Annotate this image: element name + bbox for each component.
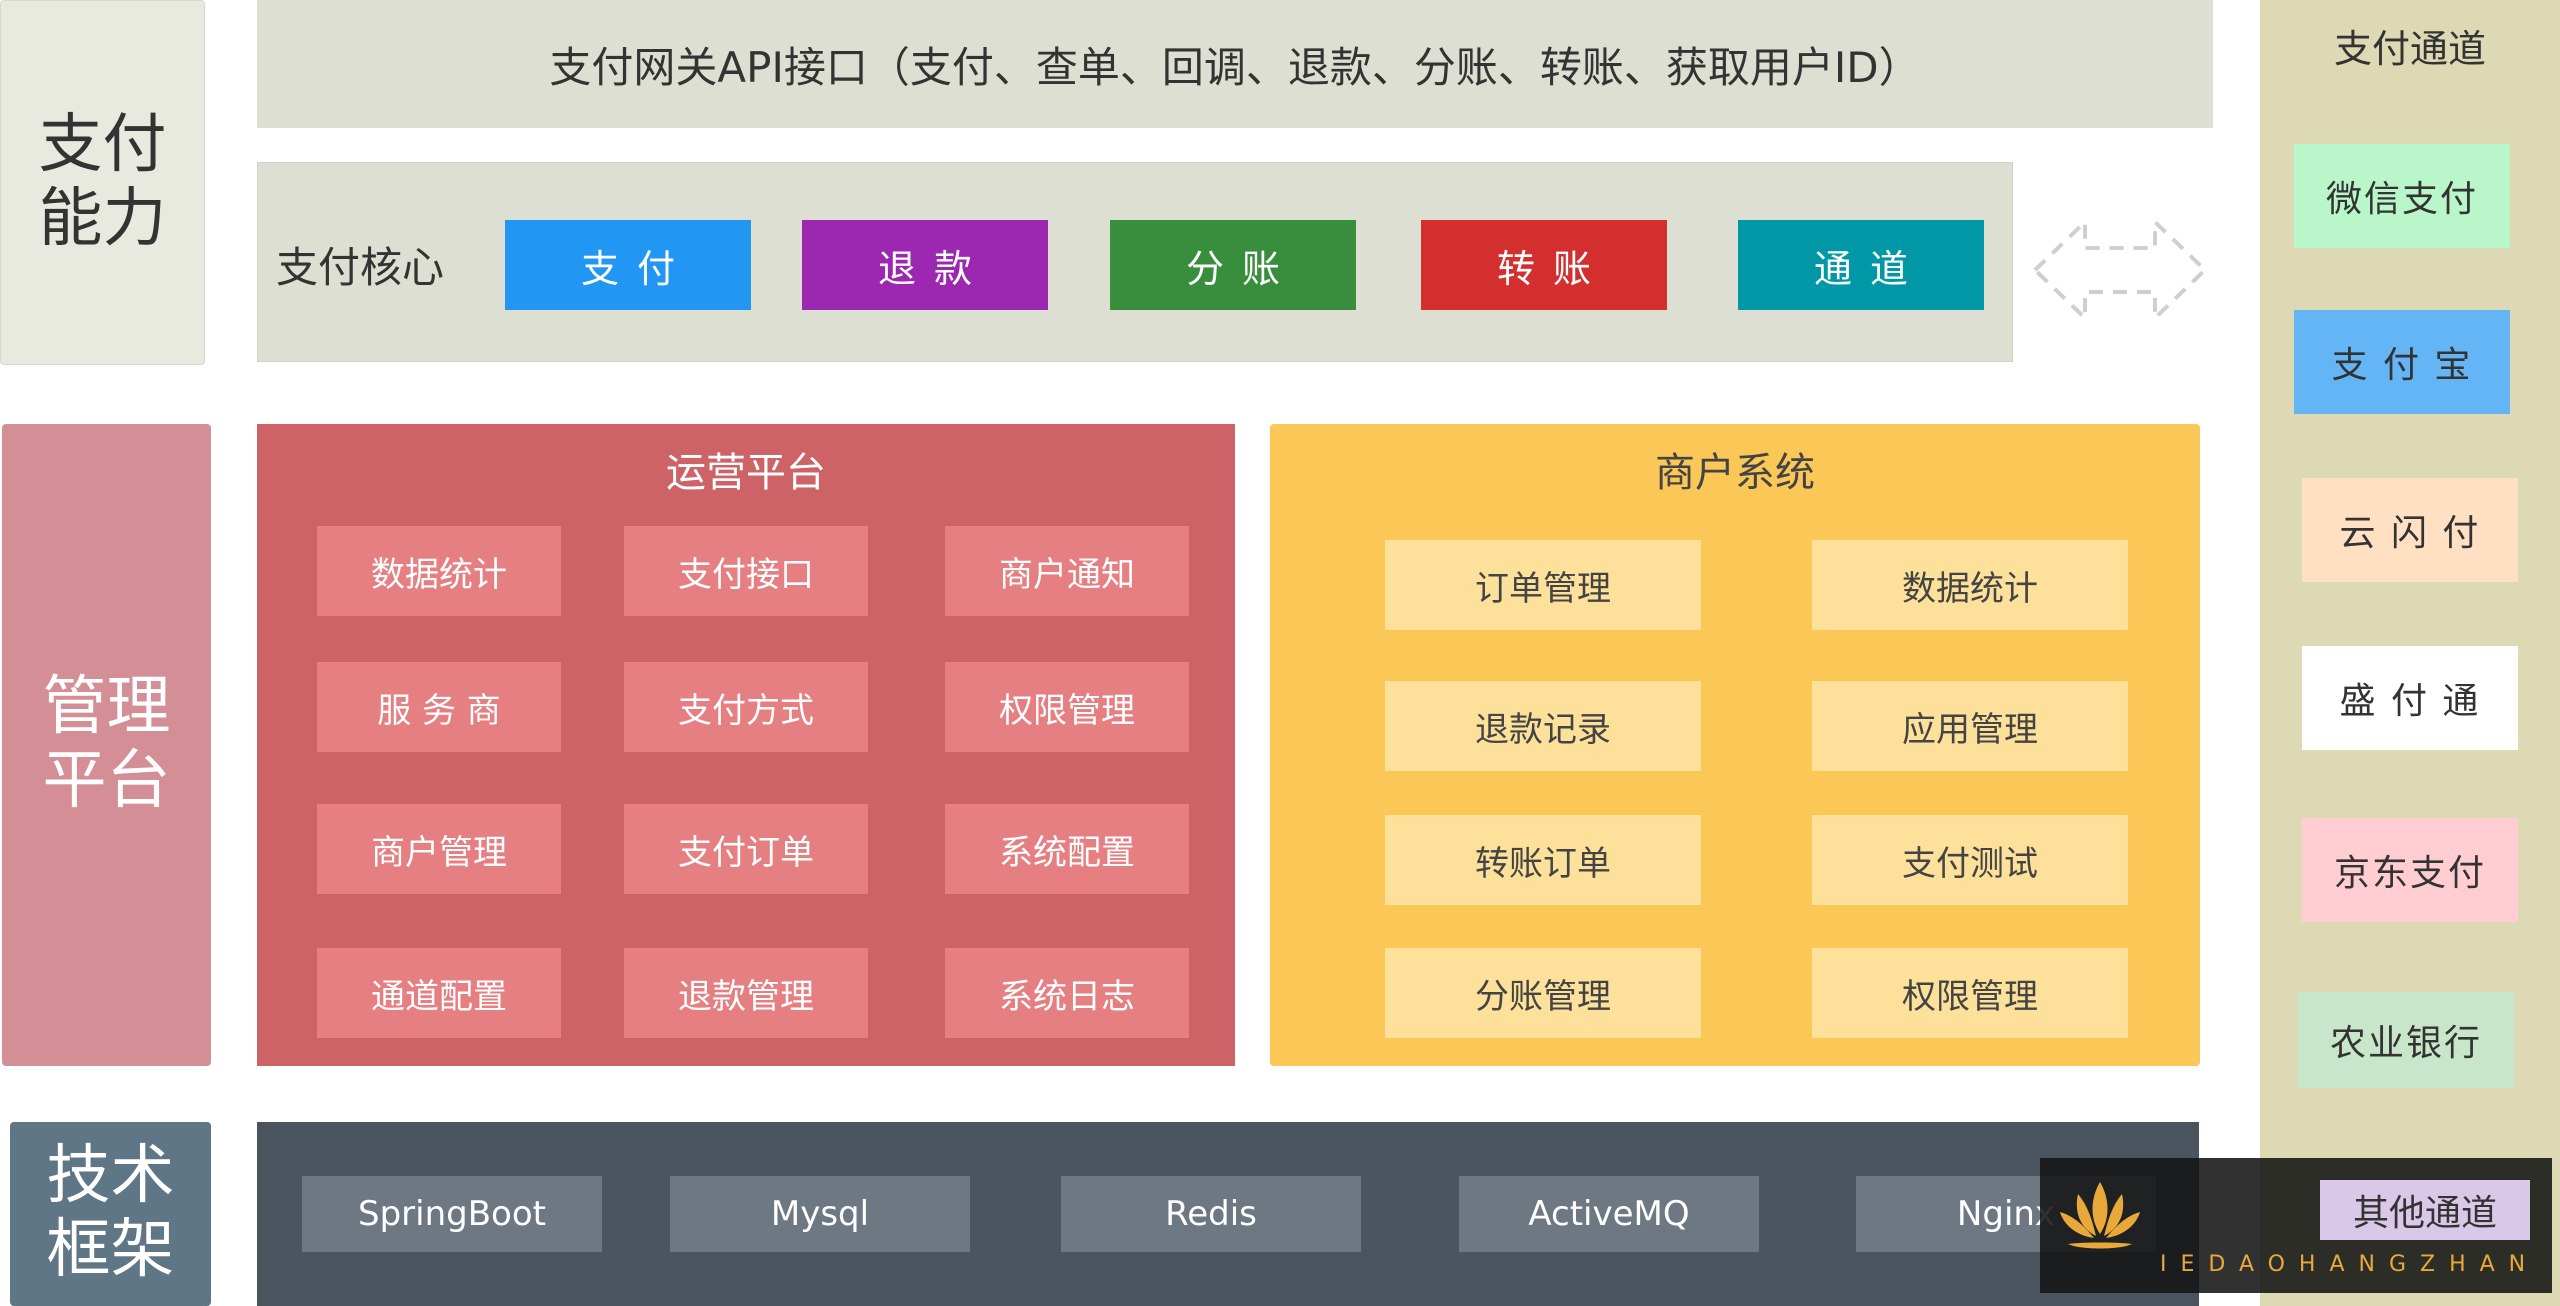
core-block-channel: 通道 <box>1738 220 1984 310</box>
tech-item-activemq: ActiveMQ <box>1459 1176 1759 1252</box>
core-block-refund: 退款 <box>802 220 1048 310</box>
ops-item: 系统配置 <box>945 804 1189 894</box>
ops-item: 商户通知 <box>945 526 1189 616</box>
ops-item: 服 务 商 <box>317 662 561 752</box>
watermark-text: IEDAOHANGZHAN <box>2160 1252 2540 1277</box>
channel-abc-bank: 农业银行 <box>2298 992 2514 1088</box>
ops-item: 商户管理 <box>317 804 561 894</box>
ops-item: 退款管理 <box>624 948 868 1038</box>
merchant-item: 退款记录 <box>1385 681 1701 771</box>
tech-item-mysql: Mysql <box>670 1176 970 1252</box>
core-block-transfer: 转账 <box>1421 220 1667 310</box>
channel-jd-pay: 京东支付 <box>2302 818 2518 922</box>
payment-channels-title: 支付通道 <box>2333 27 2486 71</box>
merchant-item: 订单管理 <box>1385 540 1701 630</box>
label-tech-framework: 技术 框架 <box>10 1122 211 1306</box>
ops-item: 支付方式 <box>624 662 868 752</box>
ops-item: 支付订单 <box>624 804 868 894</box>
merchant-item: 支付测试 <box>1812 815 2128 905</box>
merchant-item: 数据统计 <box>1812 540 2128 630</box>
merchant-item: 分账管理 <box>1385 948 1701 1038</box>
ops-item: 权限管理 <box>945 662 1189 752</box>
payment-core-title: 支付核心 <box>276 243 445 292</box>
ops-item: 系统日志 <box>945 948 1189 1038</box>
merchant-item: 应用管理 <box>1812 681 2128 771</box>
channel-wechat-pay: 微信支付 <box>2294 144 2510 248</box>
label-payment-capability: 支付 能力 <box>0 0 205 365</box>
channel-alipay: 支 付 宝 <box>2294 310 2510 414</box>
ops-item: 支付接口 <box>624 526 868 616</box>
label-management-platform: 管理 平台 <box>2 424 211 1066</box>
ops-item: 数据统计 <box>317 526 561 616</box>
operations-platform-title: 运营平台 <box>666 450 826 496</box>
lotus-logo-icon <box>2060 1182 2140 1249</box>
channel-other: 其他通道 <box>2320 1180 2530 1240</box>
gateway-api-bar: 支付网关API接口（支付、查单、回调、退款、分账、转账、获取用户ID） <box>257 0 2213 128</box>
tech-item-redis: Redis <box>1061 1176 1361 1252</box>
core-block-split: 分账 <box>1110 220 1356 310</box>
merchant-item: 转账订单 <box>1385 815 1701 905</box>
bidirectional-arrow-icon <box>2032 217 2208 323</box>
ops-item: 通道配置 <box>317 948 561 1038</box>
merchant-system-title: 商户系统 <box>1655 450 1815 496</box>
tech-item-springboot: SpringBoot <box>302 1176 602 1252</box>
core-block-pay: 支付 <box>505 220 751 310</box>
channel-shengfutong: 盛 付 通 <box>2302 646 2518 750</box>
channel-unionpay-quickpass: 云 闪 付 <box>2302 478 2518 582</box>
merchant-item: 权限管理 <box>1812 948 2128 1038</box>
